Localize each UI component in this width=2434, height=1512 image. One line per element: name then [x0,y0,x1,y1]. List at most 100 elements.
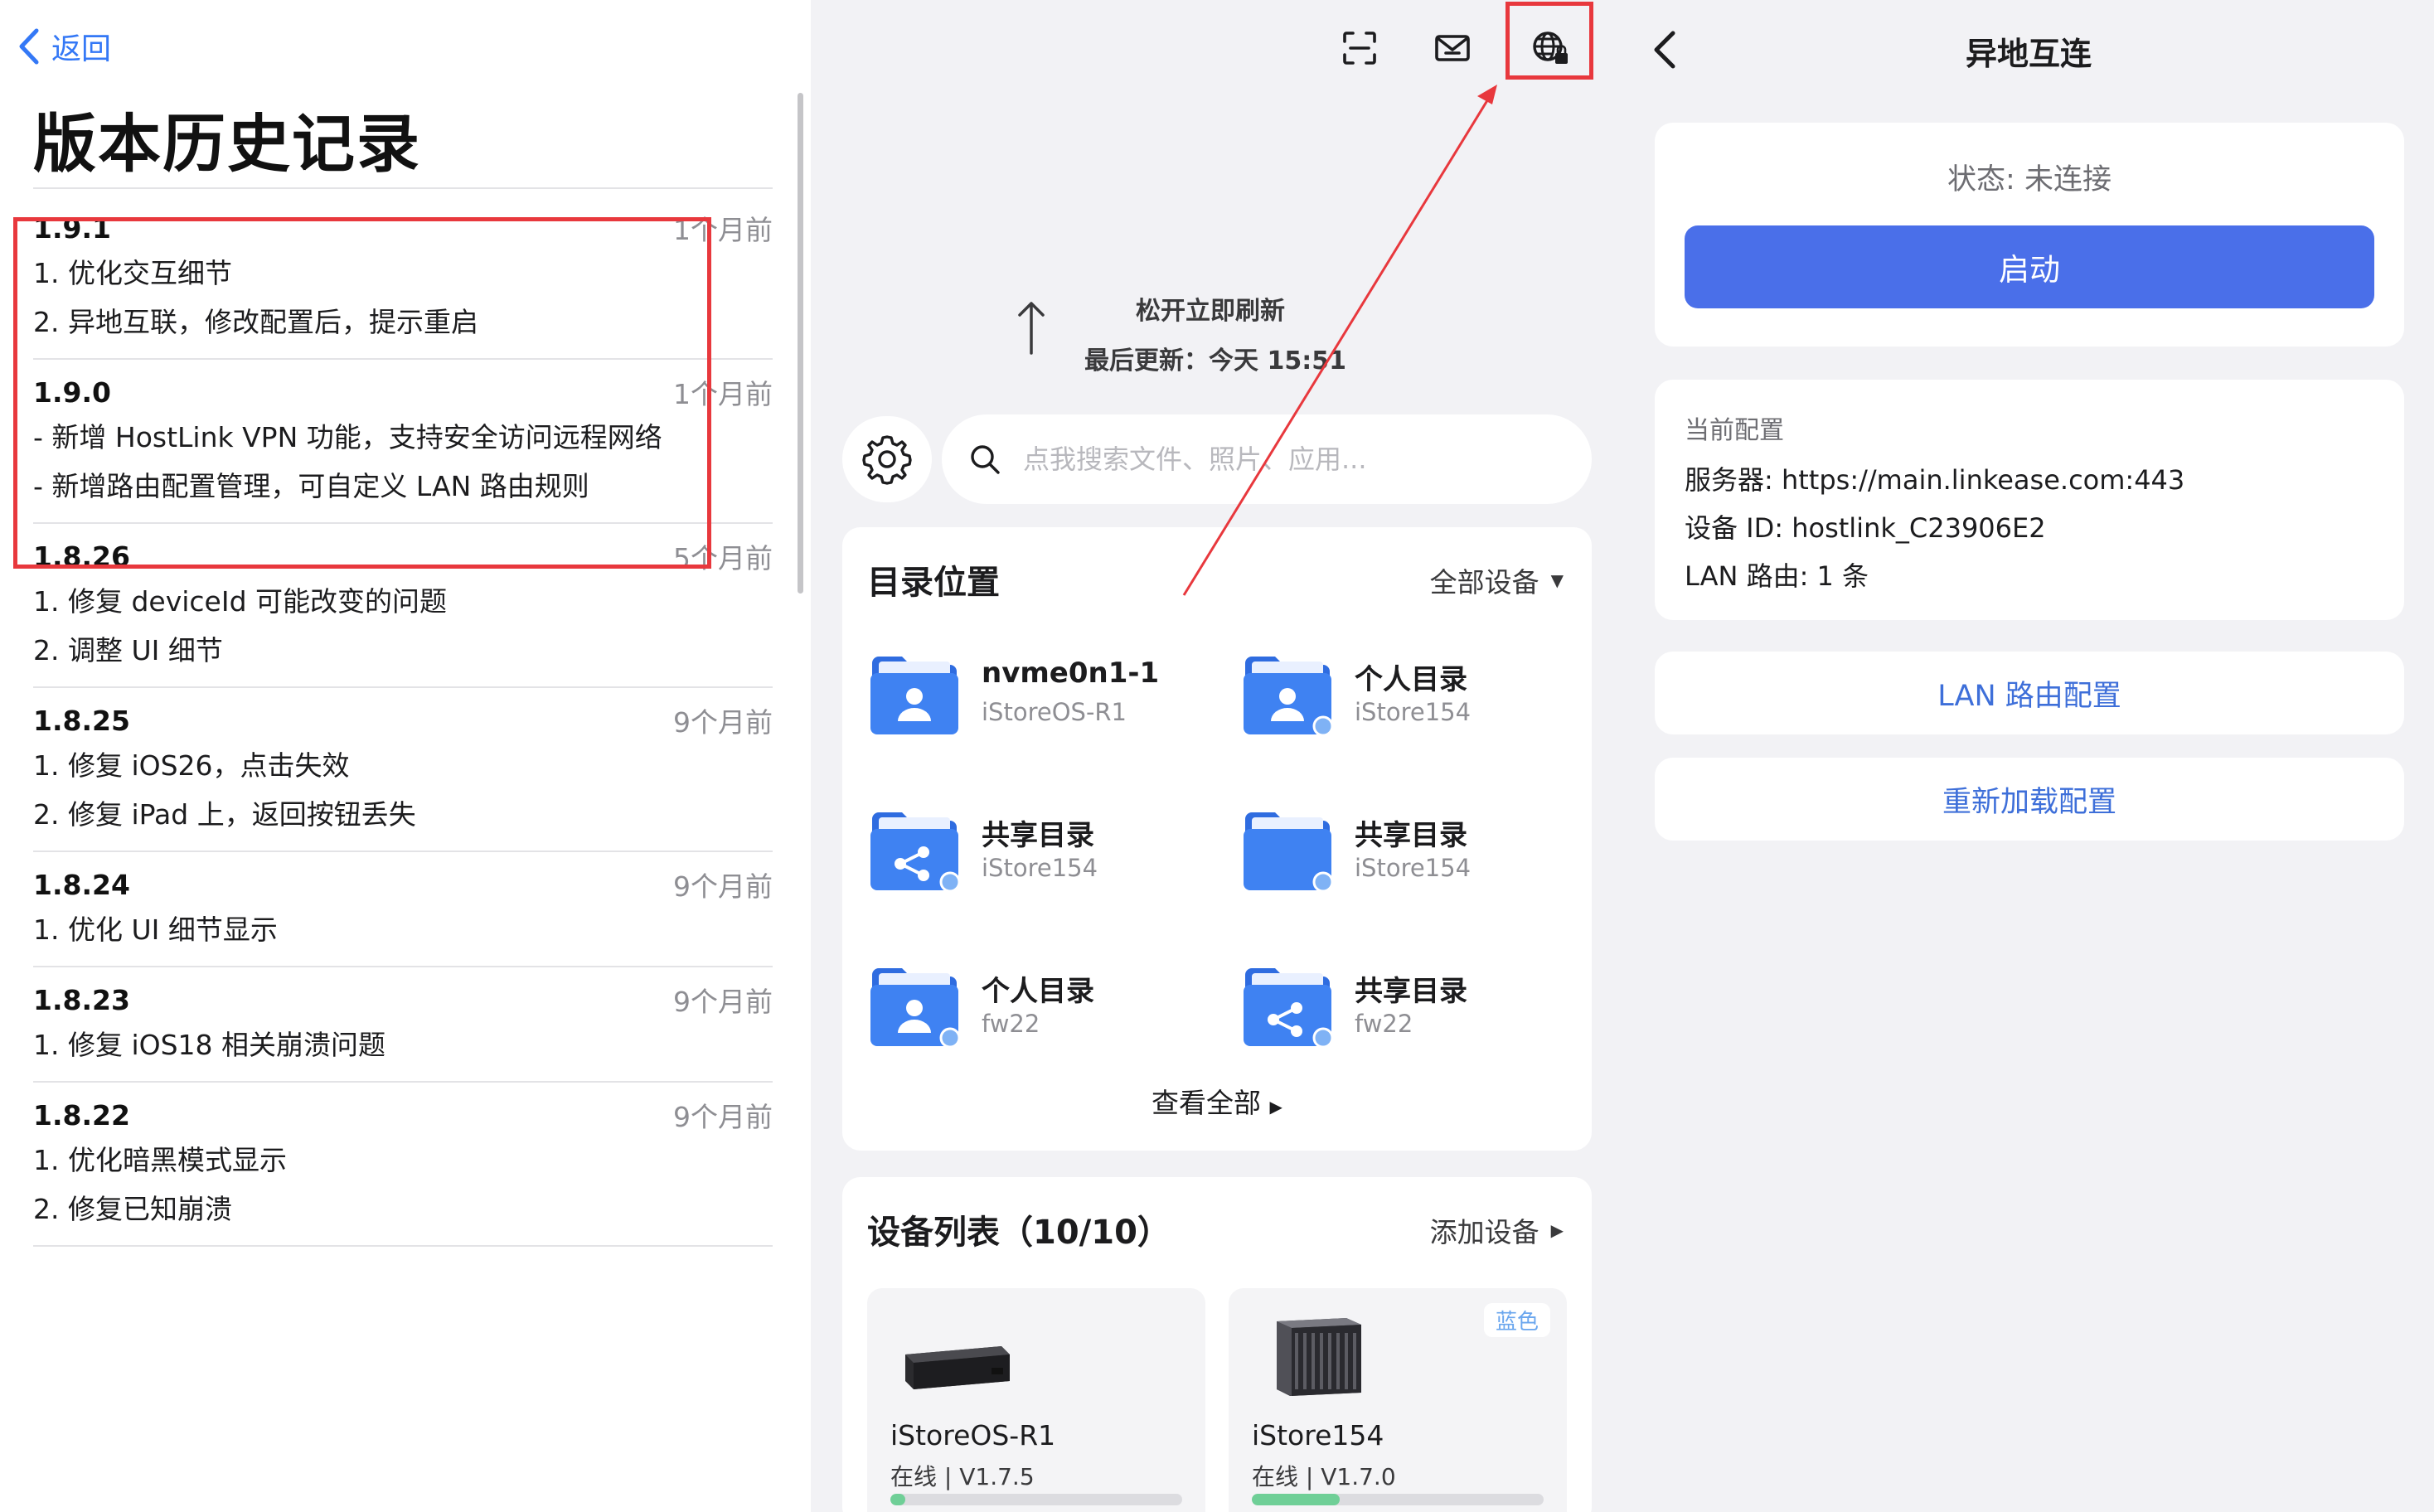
view-all-link[interactable]: 查看全部 ▶ [842,1081,1592,1121]
arrow-up-icon [1018,302,1045,355]
version-time: 5个月前 [673,542,773,574]
version-entry: 1.8.23 9个月前 1. 修复 iOS18 相关崩溃问题 [33,967,773,1083]
directory-name: 个人目录 [1355,663,1467,696]
device-list-title: 设备列表（10/10） [867,1214,1171,1252]
start-button[interactable]: 启动 [1685,225,2374,308]
changelog-line: 1. 优化暗黑模式显示 [33,1144,287,1176]
device-color-badge: 蓝色 [1483,1303,1550,1337]
shared-folder-icon [867,804,962,894]
version-entry: 1.8.26 5个月前 1. 修复 deviceId 可能改变的问题 2. 调整 UI… [33,524,773,688]
changelog-line: 1. 优化交互细节 [33,257,232,289]
search-icon [971,445,1000,474]
device-name: iStore154 [1252,1419,1384,1451]
storage-usage-bar [1252,1494,1544,1505]
directory-name: 共享目录 [1355,819,1467,852]
add-device-button[interactable]: 添加设备 ▶ [1430,1210,1564,1250]
scrollbar[interactable] [798,93,803,594]
version-time: 9个月前 [673,706,773,739]
version-list[interactable]: 1.9.1 1个月前 1. 优化交互细节 2. 异地互联，修改配置后，提示重启 1.9.… [33,196,773,1247]
device-card[interactable]: iStoreOS-R1 在线 | V1.7.5 [867,1288,1205,1512]
back-label: 返回 [51,32,112,66]
directory-item[interactable]: 个人目录 iStore154 [1240,645,1588,744]
directory-item[interactable]: nvme0n1-1 iStoreOS-R1 [867,645,1215,744]
storage-usage-fill [890,1494,905,1505]
mail-icon [1435,35,1470,61]
status-card: 状态: 未连接 启动 [1655,123,2404,346]
version-header: 1.8.26 5个月前 [33,524,773,577]
pull-hint: 松开立即刷新 [1136,297,1285,326]
device-status: 在线 | V1.7.5 [890,1463,1035,1490]
home-panel: 松开立即刷新 最后更新：今天 15:51 目录位置 全部设备 ▼ nvme0n1-… [811,0,1623,1512]
version-number: 1.8.23 [33,983,130,1016]
last-update-text: 最后更新：今天 15:51 [1084,346,1346,376]
version-header: 1.9.1 1个月前 [33,196,773,249]
messages-button[interactable] [1429,25,1476,71]
version-entry: 1.8.25 9个月前 1. 修复 iOS26，点击失效 2. 修复 iPad 上，返… [33,688,773,852]
directory-item[interactable]: 个人目录 fw22 [867,957,1215,1056]
version-number: 1.8.25 [33,704,130,737]
changelog-line: 2. 异地互联，修改配置后，提示重启 [33,306,478,338]
reload-config-button[interactable]: 重新加载配置 [1655,758,2404,841]
settings-button[interactable] [842,416,932,502]
version-time: 1个月前 [673,214,773,246]
directory-device: iStore154 [982,854,1098,882]
pull-to-refresh: 松开立即刷新 最后更新：今天 15:51 [811,282,1623,381]
changelog-line: 1. 修复 deviceId 可能改变的问题 [33,585,448,618]
directory-item[interactable]: 共享目录 fw22 [1240,957,1588,1056]
page-title: 版本历史记录 [33,107,421,181]
lan-route-count-row: LAN 路由: 1 条 [1685,560,1869,592]
directory-name: 个人目录 [982,975,1094,1008]
nas-device-icon [1255,1310,1379,1401]
version-time: 9个月前 [673,870,773,903]
directory-device: fw22 [1355,1010,1413,1038]
user-folder-icon [867,960,962,1049]
folder-icon [1240,804,1335,894]
scan-icon [1343,32,1376,65]
directory-name: 共享目录 [1355,975,1467,1008]
storage-usage-fill [1252,1494,1340,1505]
version-entry: 1.9.1 1个月前 1. 优化交互细节 2. 异地互联，修改配置后，提示重启 [33,196,773,360]
changelog-line: 2. 修复已知崩溃 [33,1193,232,1225]
device-status: 在线 | V1.7.0 [1252,1463,1396,1490]
version-number: 1.8.24 [33,868,130,901]
version-header: 1.9.0 1个月前 [33,360,773,413]
remote-connect-button[interactable] [1527,25,1573,71]
config-header: 当前配置 [1685,416,1784,445]
version-entry: 1.9.0 1个月前 - 新增 HostLink VPN 功能，支持安全访问远程网络… [33,360,773,524]
version-header: 1.8.22 9个月前 [33,1083,773,1136]
directory-item[interactable]: 共享目录 iStore154 [1240,801,1588,900]
device-list-card: 设备列表（10/10） 添加设备 ▶ iStoreOS-R1 在线 | V1.7.5… [842,1177,1592,1512]
router-device-icon [894,1310,1018,1401]
connection-status: 状态: 未连接 [1947,163,2112,196]
version-time: 1个月前 [673,378,773,410]
lan-route-config-button[interactable]: LAN 路由配置 [1655,652,2404,734]
directory-item[interactable]: 共享目录 iStore154 [867,801,1215,900]
caret-right-icon: ▶ [1550,1220,1564,1240]
gear-icon [862,435,912,485]
directory-name: 共享目录 [982,819,1094,852]
directory-device: iStore154 [1355,854,1472,882]
user-folder-icon [867,648,962,738]
version-header: 1.8.23 9个月前 [33,967,773,1020]
search-bar[interactable] [942,414,1592,504]
search-input[interactable] [1023,443,1554,475]
divider [33,1245,773,1247]
scan-button[interactable] [1336,25,1383,71]
changelog-line: 1. 修复 iOS26，点击失效 [33,749,350,782]
version-history-panel: 返回 版本历史记录 1.9.1 1个月前 1. 优化交互细节 2. 异地互联，修改配置… [0,0,811,1512]
back-button[interactable]: 返回 [17,23,111,70]
device-card[interactable]: iStore154 在线 | V1.7.0 蓝色 [1229,1288,1567,1512]
changelog-line: 1. 优化 UI 细节显示 [33,914,278,946]
all-devices-dropdown[interactable]: 全部设备 ▼ [1430,560,1564,600]
search-row [842,414,1592,504]
directory-card: 目录位置 全部设备 ▼ nvme0n1-1 iStoreOS-R1 个人目录 iStor… [842,527,1592,1151]
changelog-line: 1. 修复 iOS18 相关崩溃问题 [33,1029,386,1061]
version-entry: 1.8.24 9个月前 1. 优化 UI 细节显示 [33,852,773,967]
directory-name: nvme0n1-1 [982,657,1160,690]
all-devices-label: 全部设备 [1429,566,1539,598]
caret-down-icon: ▼ [1550,570,1564,590]
version-header: 1.8.24 9个月前 [33,852,773,905]
version-number: 1.9.0 [33,376,111,409]
storage-usage-bar [890,1494,1182,1505]
version-number: 1.9.1 [33,211,111,245]
